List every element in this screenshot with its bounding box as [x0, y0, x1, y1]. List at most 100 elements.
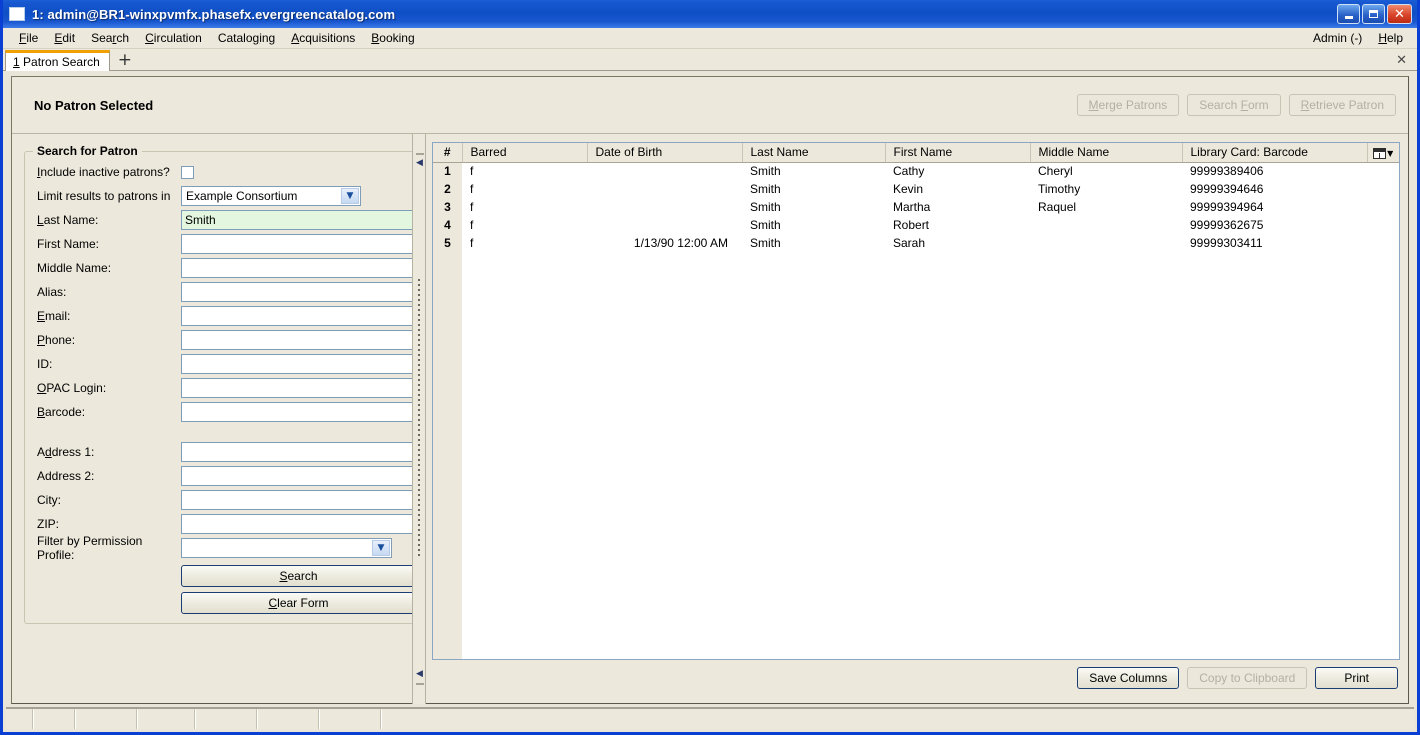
- chevron-down-icon: ▼: [1387, 148, 1394, 158]
- column-picker-icon: [1373, 147, 1387, 159]
- city-input[interactable]: [181, 490, 416, 510]
- merge-patrons-button[interactable]: Merge Patrons: [1076, 94, 1180, 116]
- zip-input[interactable]: [181, 514, 416, 534]
- barcode-input[interactable]: [181, 402, 416, 422]
- status-cell-6: [258, 709, 320, 729]
- row-address1: Address 1:: [31, 440, 416, 464]
- close-tab-button[interactable]: ✕: [1396, 52, 1417, 70]
- window-title: 1: admin@BR1-winxpvmfx.phasefx.evergreen…: [32, 6, 396, 22]
- collapse-left-icon-bottom[interactable]: ◀: [415, 670, 424, 679]
- table-row[interactable]: 3 f Smith Martha Raquel 99999394964: [433, 198, 1399, 217]
- include-inactive-checkbox[interactable]: [181, 165, 194, 179]
- cell-barred: f: [470, 164, 474, 179]
- column-header-date-of-birth[interactable]: Date of Birth: [587, 143, 743, 163]
- id-input[interactable]: [181, 354, 416, 374]
- menu-admin[interactable]: Admin (-): [1305, 29, 1370, 47]
- cell-first-name: Cathy: [893, 164, 925, 179]
- alias-label: Alias:: [37, 285, 67, 299]
- last-name-input[interactable]: [181, 210, 416, 230]
- status-cell-2: [34, 709, 76, 729]
- permission-profile-select[interactable]: ▼: [181, 538, 392, 558]
- menu-edit[interactable]: Edit: [46, 29, 83, 47]
- status-cell-4: [138, 709, 196, 729]
- id-label: ID:: [37, 357, 53, 371]
- table-row[interactable]: 1 f Smith Cathy Cheryl 99999389406: [433, 162, 1399, 181]
- row-alias: Alias:: [31, 280, 416, 304]
- close-window-button[interactable]: ✕: [1387, 4, 1412, 24]
- status-cell-7: [320, 709, 382, 729]
- search-button[interactable]: Search: [181, 565, 416, 587]
- column-header-first-name[interactable]: First Name: [885, 143, 1031, 163]
- menu-search[interactable]: Search: [83, 29, 137, 47]
- cell-dob: [587, 199, 742, 217]
- retrieve-patron-button[interactable]: Retrieve Patron: [1288, 94, 1396, 116]
- menu-booking[interactable]: Booking: [363, 29, 422, 47]
- column-header-number[interactable]: #: [433, 143, 463, 163]
- save-columns-button[interactable]: Save Columns: [1077, 667, 1180, 689]
- pane-splitter[interactable]: ◀ ◀: [412, 134, 426, 704]
- menu-cataloging[interactable]: Cataloging: [210, 29, 283, 47]
- search-form-button[interactable]: Search Form: [1187, 94, 1281, 116]
- column-header-last-name[interactable]: Last Name: [742, 143, 886, 163]
- window-icon: [9, 7, 25, 21]
- patron-header-bar: No Patron Selected Merge Patrons Search …: [12, 77, 1408, 134]
- row-email: Email:: [31, 304, 416, 328]
- results-actions: Save Columns Copy to Clipboard Print: [432, 660, 1400, 696]
- phone-label: Phone:: [37, 333, 76, 347]
- cell-last-name: Smith: [750, 200, 781, 214]
- middle-name-label: Middle Name:: [37, 261, 112, 275]
- column-header-barred[interactable]: Barred: [462, 143, 588, 163]
- column-picker-button[interactable]: ▼: [1367, 143, 1399, 163]
- barcode-label: Barcode:: [37, 405, 86, 419]
- menu-acquisitions[interactable]: Acquisitions: [283, 29, 363, 47]
- tab-number: 1: [13, 55, 20, 69]
- collapse-left-icon[interactable]: ◀: [415, 159, 424, 168]
- column-header-library-card-barcode[interactable]: Library Card: Barcode: [1182, 143, 1368, 163]
- maximize-button[interactable]: [1362, 4, 1385, 24]
- cell-spacer: [1367, 163, 1399, 181]
- cell-middle-name: [1030, 217, 1182, 235]
- address2-input[interactable]: [181, 466, 416, 486]
- minimize-button[interactable]: [1337, 4, 1360, 24]
- address2-label: Address 2:: [37, 469, 95, 483]
- clear-form-button[interactable]: Clear Form: [181, 592, 416, 614]
- menu-circulation[interactable]: Circulation: [137, 29, 210, 47]
- address1-input[interactable]: [181, 442, 416, 462]
- table-row[interactable]: 2 f Smith Kevin Timothy 99999394646: [433, 180, 1399, 199]
- results-table-container: # Barred Date of Birth Last Name First N…: [432, 142, 1400, 660]
- limit-results-select[interactable]: Example Consortium ▼: [181, 186, 361, 206]
- alias-input[interactable]: [181, 282, 416, 302]
- email-input[interactable]: [181, 306, 416, 326]
- cell-spacer: [1367, 235, 1399, 253]
- row-last-name: Last Name:: [31, 208, 416, 232]
- menu-help[interactable]: Help: [1370, 29, 1417, 47]
- copy-to-clipboard-button[interactable]: Copy to Clipboard: [1187, 667, 1308, 689]
- first-name-label: First Name:: [37, 237, 100, 251]
- opac-login-input[interactable]: [181, 378, 416, 398]
- cell-barcode: 99999303411: [1190, 236, 1263, 250]
- row-address2: Address 2:: [31, 464, 416, 488]
- cell-last-name: Smith: [750, 164, 781, 179]
- cell-spacer: [1367, 199, 1399, 217]
- column-header-middle-name[interactable]: Middle Name: [1030, 143, 1183, 163]
- cell-spacer: [1367, 181, 1399, 199]
- table-row[interactable]: 4 f Smith Robert 99999362675: [433, 216, 1399, 235]
- row-barcode: Barcode:: [31, 400, 416, 424]
- phone-input[interactable]: [181, 330, 416, 350]
- tab-patron-search[interactable]: 1 Patron Search: [5, 50, 110, 71]
- first-name-input[interactable]: [181, 234, 416, 254]
- cell-number: 1: [433, 162, 462, 181]
- title-bar: 1: admin@BR1-winxpvmfx.phasefx.evergreen…: [3, 0, 1417, 28]
- middle-name-input[interactable]: [181, 258, 416, 278]
- menu-file[interactable]: File: [11, 29, 46, 47]
- results-table: # Barred Date of Birth Last Name First N…: [433, 143, 1399, 253]
- cell-barred: f: [470, 182, 474, 196]
- row-opac-login: OPAC Login:: [31, 376, 416, 400]
- cell-number: 5: [433, 234, 462, 253]
- print-button[interactable]: Print: [1315, 667, 1398, 689]
- table-row[interactable]: 5 f 1/13/90 12:00 AM Smith Sarah 9999930…: [433, 234, 1399, 253]
- last-name-label: Last Name:: [37, 213, 99, 227]
- new-tab-button[interactable]: +: [110, 52, 140, 70]
- limit-results-label: Limit results to patrons in: [37, 189, 171, 203]
- row-city: City:: [31, 488, 416, 512]
